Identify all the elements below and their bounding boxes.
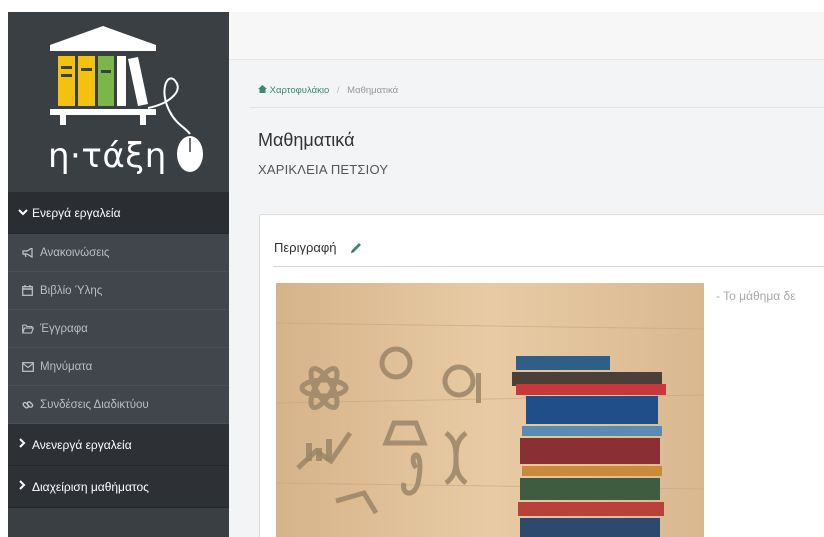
breadcrumb-current: Μαθηματικά — [347, 85, 399, 96]
sidebar-item-label: Μηνύματα — [40, 360, 93, 373]
breadcrumb-home-label: Χαρτοφυλάκιο — [269, 85, 330, 96]
course-image — [276, 283, 704, 537]
sidebar-section-active-tools[interactable]: Ενεργά εργαλεία — [8, 192, 229, 234]
chevron-right-icon — [18, 480, 32, 493]
home-icon — [258, 85, 267, 93]
chevron-down-icon — [18, 207, 32, 219]
breadcrumb: Χαρτοφυλάκιο / Μαθηματικά — [258, 85, 398, 96]
sidebar-item-messages[interactable]: Μηνύματα — [8, 348, 229, 386]
sidebar-item-label: Βιβλίο Ύλης — [40, 284, 103, 297]
divider — [250, 107, 824, 108]
sidebar-item-label: Έγγραφα — [40, 322, 88, 335]
logo[interactable]: η·τάξη — [8, 12, 229, 192]
divider — [273, 266, 824, 267]
folder-icon — [22, 323, 40, 334]
sidebar: η·τάξη Ενεργά εργαλεία Ανακοινώσεις Βιβλ… — [8, 12, 229, 537]
sidebar-section-label: Διαχείριση μαθήματος — [32, 479, 149, 494]
panel-heading: Περιγραφή — [274, 240, 363, 255]
course-teacher: ΧΑΡΙΚΛΕΙΑ ΠΕΤΣΙΟΥ — [258, 162, 389, 177]
sidebar-section-course-admin[interactable]: Διαχείριση μαθήματος — [8, 466, 229, 508]
calendar-icon — [22, 285, 40, 296]
sidebar-item-documents[interactable]: Έγγραφα — [8, 310, 229, 348]
sidebar-section-label: Ανενεργά εργαλεία — [32, 437, 132, 452]
sidebar-item-syllabus[interactable]: Βιβλίο Ύλης — [8, 272, 229, 310]
sidebar-section-inactive-tools[interactable]: Ανενεργά εργαλεία — [8, 424, 229, 466]
breadcrumb-home-link[interactable]: Χαρτοφυλάκιο — [258, 85, 332, 96]
sidebar-item-label: Ανακοινώσεις — [40, 246, 110, 259]
envelope-icon — [22, 361, 40, 372]
breadcrumb-separator: / — [336, 85, 340, 96]
panel-title: Περιγραφή — [274, 240, 337, 255]
page-title: Μαθηματικά — [258, 130, 355, 150]
pencil-icon[interactable] — [349, 241, 363, 255]
sidebar-item-links[interactable]: Συνδέσεις Διαδικτύου — [8, 386, 229, 424]
course-description: - Το μάθημα δε — [716, 289, 796, 303]
sidebar-item-label: Συνδέσεις Διαδικτύου — [40, 398, 149, 411]
link-icon — [22, 399, 40, 411]
logo-text: η·τάξη — [48, 136, 167, 176]
bullhorn-icon — [22, 247, 40, 258]
sidebar-item-announcements[interactable]: Ανακοινώσεις — [8, 234, 229, 272]
sidebar-section-label: Ενεργά εργαλεία — [32, 205, 121, 220]
chevron-right-icon — [18, 438, 32, 451]
top-bar — [229, 12, 824, 60]
